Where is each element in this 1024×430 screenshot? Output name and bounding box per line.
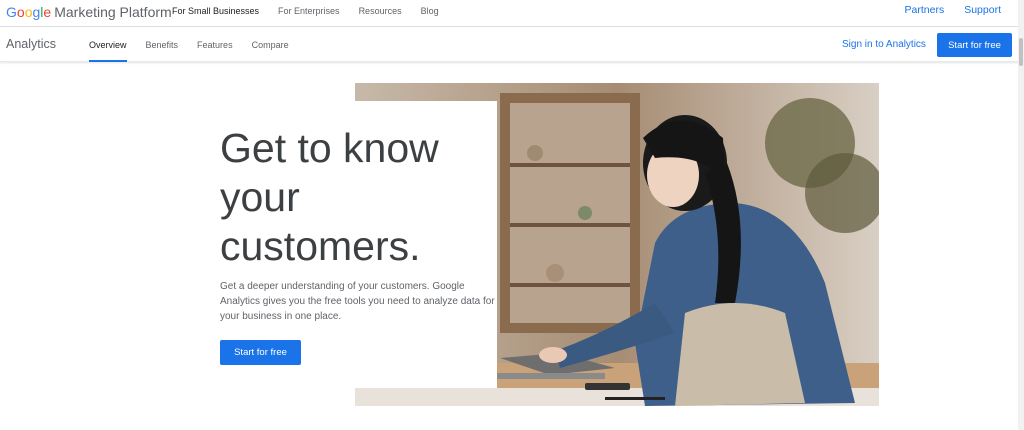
topnav-item-for-enterprises[interactable]: For Enterprises [278,6,340,16]
google-letter: e [43,4,52,20]
topnav-item-for-small-businesses[interactable]: For Small Businesses [172,6,259,16]
tab-features[interactable]: Features [197,40,233,62]
google-wordmark: Google [6,4,51,20]
top-links: Partners Support [905,4,1001,16]
product-navigation: Analytics Overview Benefits Features Compar… [0,27,1024,62]
page-scrollbar[interactable] [1018,0,1024,430]
top-navigation: For Small Businesses For Enterprises Resou… [172,6,458,16]
tab-compare[interactable]: Compare [252,40,289,62]
headline-line: Get to know [220,125,439,171]
sign-in-link[interactable]: Sign in to Analytics [842,39,926,50]
support-link[interactable]: Support [964,4,1001,16]
topnav-item-resources[interactable]: Resources [359,6,402,16]
google-letter: o [16,4,25,20]
google-letter: G [6,4,17,20]
start-for-free-hero-button[interactable]: Start for free [220,340,301,365]
tab-benefits[interactable]: Benefits [146,40,179,62]
topnav-item-blog[interactable]: Blog [421,6,439,16]
headline-line: your [220,174,300,220]
brand-name: Marketing Platform [54,4,172,20]
scrollbar-thumb[interactable] [1019,38,1023,66]
hero-description: Get a deeper understanding of your custo… [220,281,495,322]
tab-overview[interactable]: Overview [89,40,127,62]
hero-headline: Get to know your customers. [220,124,500,271]
start-for-free-header-button[interactable]: Start for free [937,33,1012,57]
product-title[interactable]: Analytics [6,37,56,51]
product-tabs: Overview Benefits Features Compare [89,40,308,62]
headline-line: customers. [220,223,421,269]
google-marketing-platform-logo[interactable]: Google Marketing Platform [6,3,172,21]
partners-link[interactable]: Partners [905,4,945,16]
top-bar: Google Marketing Platform For Small Busin… [0,0,1024,27]
